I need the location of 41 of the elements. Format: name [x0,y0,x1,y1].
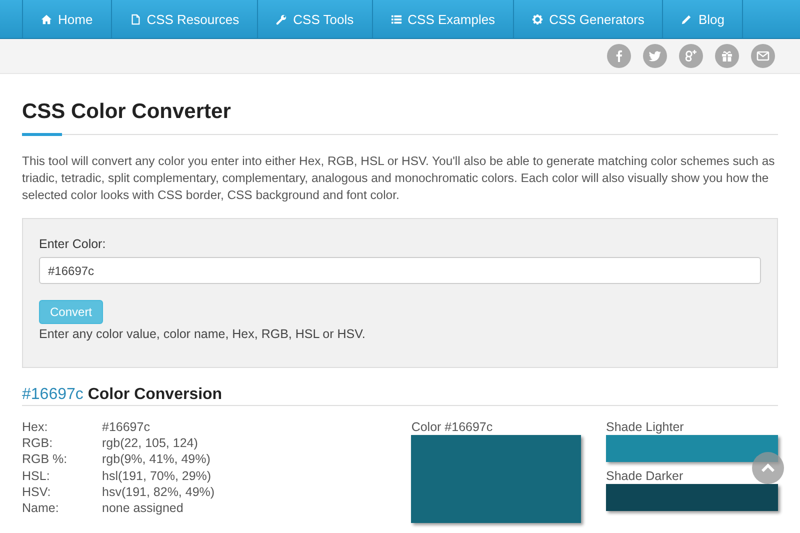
property-value: rgb(9%, 41%, 49%) [102,451,210,468]
property-value: none assigned [102,500,184,516]
nav-link[interactable]: Blog [663,0,744,38]
wrench-icon [276,14,288,24]
bird-icon[interactable] [643,44,667,68]
nav-link[interactable]: CSS Examples [372,0,514,38]
help-text: Enter any color value, color name, Hex, RGB, HSL or HSV. [39,327,366,341]
property-value: hsl(191, 70%, 29%) [102,468,212,484]
property-label: HSL: [22,468,51,484]
nav-link[interactable]: CSS Tools [258,0,373,38]
scroll-top-button[interactable] [752,452,784,484]
property-label: RGB %: [22,451,68,468]
pencil-icon [681,14,692,24]
property-label: RGB: [22,435,54,452]
swatch-label: Shade Darker [606,468,684,484]
property-value: #16697c [102,419,150,436]
list-icon [390,14,402,24]
property-label: Hex: [22,419,49,436]
house-icon [41,14,52,24]
convert-button[interactable]: Convert [39,300,104,324]
property-value: hsv(191, 82%, 49%) [102,484,215,500]
file-icon [130,14,141,24]
mail-icon[interactable] [751,44,775,68]
nav-link[interactable]: CSS Generators [514,0,664,38]
field-label: Enter Color: [39,237,106,251]
swatch-label: Color #16697c [411,419,494,435]
section-heading: Color Conversion [88,386,222,403]
swatch-label: Shade Lighter [606,419,685,435]
gift-icon[interactable] [715,44,739,68]
nav-link[interactable]: Home [23,0,112,38]
property-label: Name: [22,500,60,516]
property-value: rgb(22, 105, 124) [102,435,198,452]
color-input-field[interactable]: #16697c [39,257,761,284]
intro-paragraph: This tool will convert any color you enter into either Hex, RGB, HSL or HSV. You'll also be able to generate matching color schemes such as triadic, tetradic, split complementary, complementary, analogous and monochromatic colors. Each color will also visually show you how the selected color looks with CSS border, CSS background and font color. [22,153,776,204]
google-plus-icon[interactable] [679,44,703,68]
page-title: CSS Color Converter [22,100,232,125]
hex-heading: #16697c [22,386,84,403]
property-label: HSV: [22,484,52,500]
gear-icon [532,14,544,24]
nav-link[interactable]: CSS Resources [112,0,258,38]
facebook-icon[interactable] [607,44,631,68]
